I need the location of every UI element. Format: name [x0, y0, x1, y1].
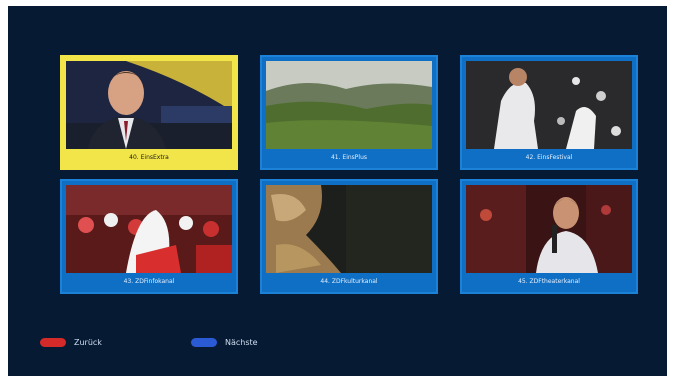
channel-tile-45[interactable]: 45. ZDFtheaterkanal — [460, 179, 638, 294]
channel-tile-41[interactable]: 41. EinsPlus — [260, 55, 438, 170]
channel-preview — [266, 61, 432, 149]
channel-tile-44[interactable]: 44. ZDFkulturkanal — [260, 179, 438, 294]
next-label: Nächste — [225, 338, 258, 347]
channel-tile-40[interactable]: 40. EinsExtra — [60, 55, 238, 170]
channel-label: 41. EinsPlus — [330, 154, 368, 161]
red-key-icon — [40, 338, 66, 347]
tv-screen: 40. EinsExtra 41. EinsPlus 42. EinsFesti… — [8, 6, 667, 376]
channel-preview — [266, 185, 432, 273]
channel-preview — [466, 185, 632, 273]
channel-label: 44. ZDFkulturkanal — [320, 278, 378, 285]
channel-preview — [66, 185, 232, 273]
channel-tile-42[interactable]: 42. EinsFestival — [460, 55, 638, 170]
channel-preview — [66, 61, 232, 149]
channel-preview — [466, 61, 632, 149]
channel-label: 42. EinsFestival — [525, 154, 573, 161]
blue-key-icon — [191, 338, 217, 347]
channel-label: 40. EinsExtra — [129, 154, 169, 161]
channel-label: 45. ZDFtheaterkanal — [518, 278, 580, 285]
channel-tile-43[interactable]: 43. ZDFinfokanal — [60, 179, 238, 294]
channel-label: 43. ZDFinfokanal — [123, 278, 175, 285]
back-label: Zurück — [74, 338, 102, 347]
